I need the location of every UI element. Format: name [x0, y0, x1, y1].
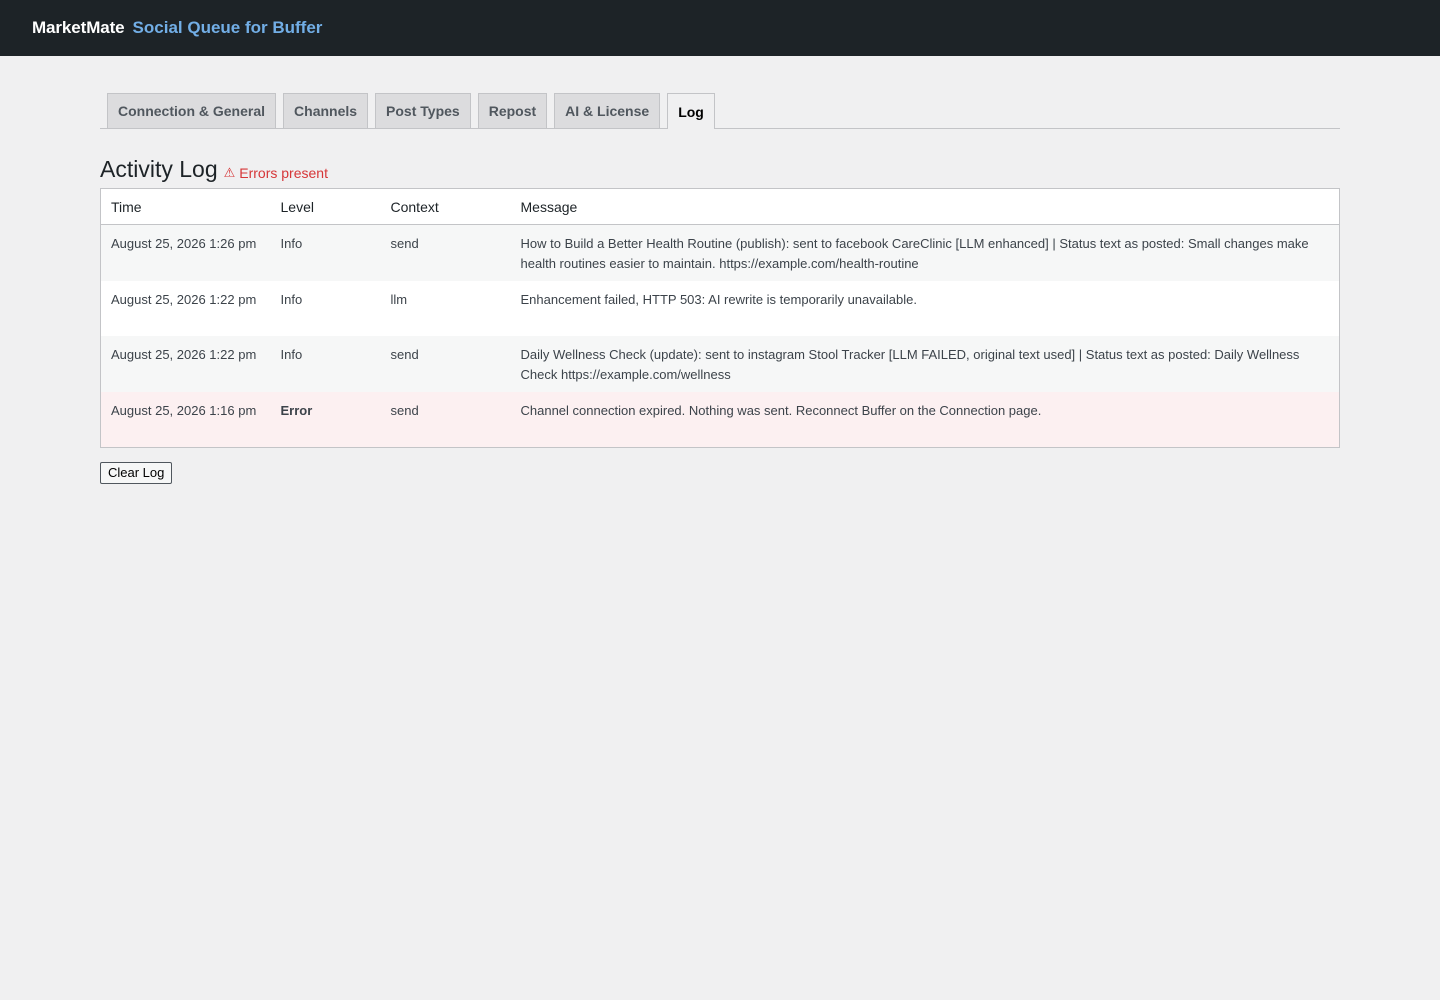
errors-present-notice: ⚠ Errors present — [224, 165, 328, 181]
page-title: Activity Log — [100, 156, 218, 182]
cell-message: Channel connection expired. Nothing was … — [510, 392, 1340, 447]
tab-repost[interactable]: Repost — [477, 93, 548, 128]
settings-tabs: Connection & General Channels Post Types… — [100, 93, 1340, 129]
tab-ai-license[interactable]: AI & License — [554, 93, 661, 128]
clear-log-button[interactable]: Clear Log — [100, 461, 173, 484]
title-row: Activity Log ⚠ Errors present — [100, 156, 1340, 182]
column-header-time: Time — [100, 188, 271, 225]
tab-post-types[interactable]: Post Types — [375, 93, 471, 128]
tab-channels[interactable]: Channels — [283, 93, 369, 128]
column-header-context: Context — [380, 188, 511, 225]
table-row: August 25, 2026 1:22 pm Info llm Enhance… — [100, 281, 1340, 336]
table-row: August 25, 2026 1:22 pm Info send Daily … — [100, 336, 1340, 392]
cell-message: Enhancement failed, HTTP 503: AI rewrite… — [510, 281, 1340, 336]
cell-context: llm — [380, 281, 511, 336]
main-content: Connection & General Channels Post Types… — [0, 56, 1440, 484]
product-name: Social Queue for Buffer — [132, 18, 323, 37]
cell-level: Info — [270, 336, 381, 392]
column-header-message: Message — [510, 188, 1340, 225]
cell-context: send — [380, 224, 511, 281]
brand-name: MarketMate — [32, 18, 125, 37]
activity-log-table: Time Level Context Message August 25, 20… — [100, 188, 1340, 448]
cell-message: How to Build a Better Health Routine (pu… — [510, 224, 1340, 281]
column-header-level: Level — [270, 188, 381, 225]
cell-message: Daily Wellness Check (update): sent to i… — [510, 336, 1340, 392]
cell-time: August 25, 2026 1:16 pm — [100, 392, 271, 447]
cell-time: August 25, 2026 1:22 pm — [100, 336, 271, 392]
tab-connection-general[interactable]: Connection & General — [107, 93, 277, 128]
errors-present-label: Errors present — [239, 164, 328, 181]
table-header-row: Time Level Context Message — [100, 188, 1340, 225]
top-bar: MarketMate Social Queue for Buffer — [0, 0, 1440, 56]
cell-level: Info — [270, 224, 381, 281]
table-row: August 25, 2026 1:26 pm Info send How to… — [100, 224, 1340, 281]
cell-context: send — [380, 392, 511, 447]
tab-log[interactable]: Log — [667, 93, 715, 129]
cell-level-error: Error — [270, 392, 381, 447]
warning-triangle-icon: ⚠ — [223, 165, 236, 180]
cell-context: send — [380, 336, 511, 392]
cell-time: August 25, 2026 1:26 pm — [100, 224, 271, 281]
cell-level: Info — [270, 281, 381, 336]
cell-time: August 25, 2026 1:22 pm — [100, 281, 271, 336]
table-row-error: August 25, 2026 1:16 pm Error send Chann… — [100, 392, 1340, 447]
